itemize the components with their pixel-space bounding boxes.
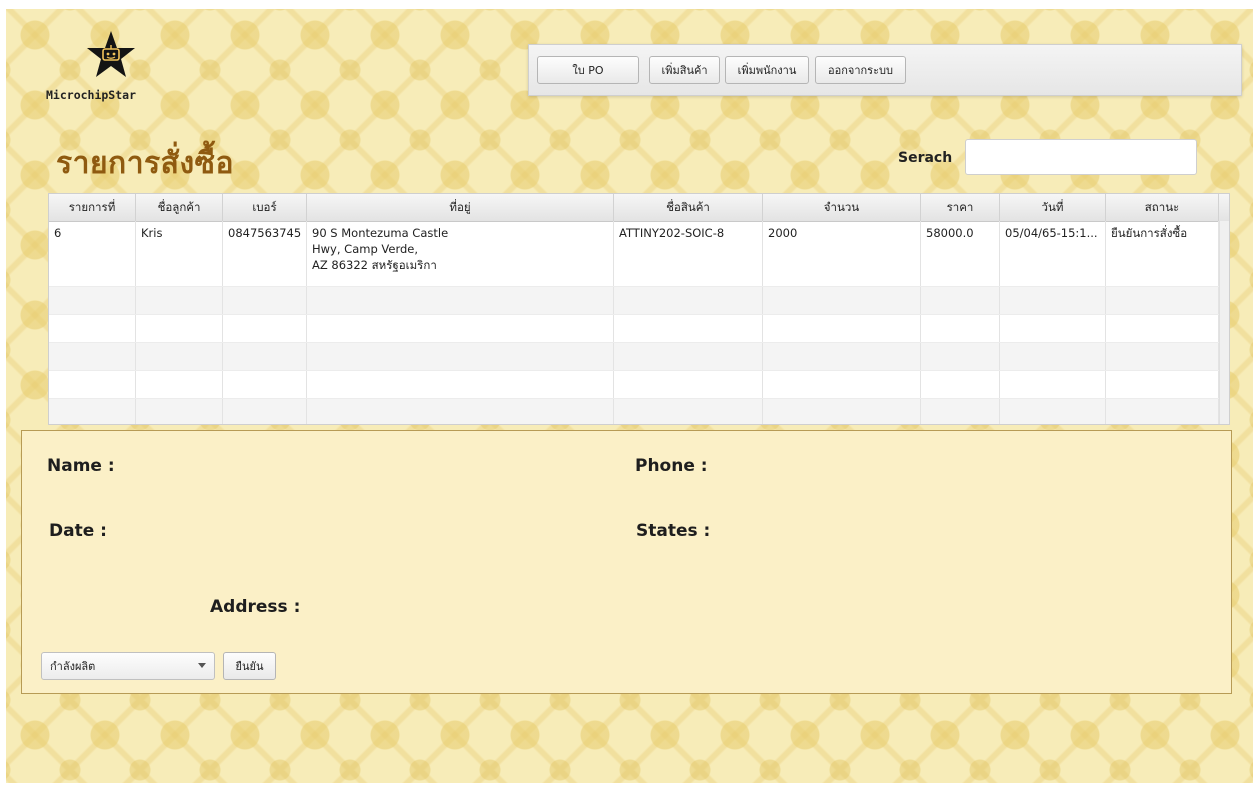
cell-date: 05/04/65-15:1... xyxy=(1000,221,1106,286)
window-left-edge xyxy=(0,0,6,787)
po-button[interactable]: ใบ PO xyxy=(537,56,639,84)
address-line-3: AZ 86322 สหรัฐอเมริกา xyxy=(312,258,437,272)
robot-star-icon xyxy=(87,31,135,77)
column-header-price[interactable]: ราคา xyxy=(921,194,1000,221)
column-header-date[interactable]: วันที่ xyxy=(1000,194,1106,221)
page-title: รายการสั่งซื้อ xyxy=(56,146,234,181)
empty-table-row xyxy=(49,371,1229,399)
cell-address: 90 S Montezuma Castle Hwy, Camp Verde, A… xyxy=(307,221,614,286)
address-line-2: Hwy, Camp Verde, xyxy=(312,242,419,256)
cell-price: 58000.0 xyxy=(921,221,1000,286)
empty-table-row xyxy=(49,399,1229,424)
add-product-button[interactable]: เพิ่มสินค้า xyxy=(649,56,720,84)
orders-table: รายการที่ ชื่อลูกค้า เบอร์ ที่อยู่ ชื่อส… xyxy=(48,193,1230,425)
states-label: States : xyxy=(636,521,711,541)
confirm-button[interactable]: ยืนยัน xyxy=(223,652,276,680)
column-header-phone[interactable]: เบอร์ xyxy=(223,194,307,221)
column-header-id[interactable]: รายการที่ xyxy=(49,194,136,221)
cell-phone: 0847563745 xyxy=(223,221,307,286)
empty-table-row xyxy=(49,287,1229,315)
address-line-1: 90 S Montezuma Castle xyxy=(312,226,449,240)
empty-table-row xyxy=(49,343,1229,371)
cell-customer: Kris xyxy=(136,221,223,286)
cell-id: 6 xyxy=(49,221,136,286)
search-label: Serach xyxy=(898,150,953,166)
name-label: Name : xyxy=(47,456,115,476)
search-input[interactable] xyxy=(965,139,1197,175)
status-select[interactable]: กำลังผลิต xyxy=(41,652,215,680)
add-employee-button[interactable]: เพิ่มพนักงาน xyxy=(725,56,809,84)
window-top-edge xyxy=(0,0,1253,9)
cell-status: ยืนยันการสั่งซื้อ xyxy=(1106,221,1219,286)
top-toolbar: ใบ PO เพิ่มสินค้า เพิ่มพนักงาน ออกจากระบ… xyxy=(528,44,1242,96)
column-header-customer[interactable]: ชื่อลูกค้า xyxy=(136,194,223,221)
date-label: Date : xyxy=(49,521,107,541)
table-row[interactable]: 6 Kris 0847563745 90 S Montezuma Castle … xyxy=(49,221,1229,287)
empty-table-row xyxy=(49,315,1229,343)
brand-name: MicrochipStar xyxy=(46,88,137,102)
table-header: รายการที่ ชื่อลูกค้า เบอร์ ที่อยู่ ชื่อส… xyxy=(49,194,1229,222)
status-select-value: กำลังผลิต xyxy=(50,660,96,673)
column-header-product[interactable]: ชื่อสินค้า xyxy=(614,194,763,221)
cell-product: ATTINY202-SOIC-8 xyxy=(614,221,763,286)
address-label: Address : xyxy=(210,597,301,617)
window-bottom-edge xyxy=(0,783,1253,787)
column-header-address[interactable]: ที่อยู่ xyxy=(307,194,614,221)
brand-logo: MicrochipStar xyxy=(46,30,176,105)
chevron-down-icon xyxy=(198,663,206,668)
phone-label: Phone : xyxy=(635,456,708,476)
cell-quantity: 2000 xyxy=(763,221,921,286)
logout-button[interactable]: ออกจากระบบ xyxy=(815,56,906,84)
column-header-status[interactable]: สถานะ xyxy=(1106,194,1219,221)
column-header-quantity[interactable]: จำนวน xyxy=(763,194,921,221)
table-scrollbar[interactable] xyxy=(1219,221,1229,424)
